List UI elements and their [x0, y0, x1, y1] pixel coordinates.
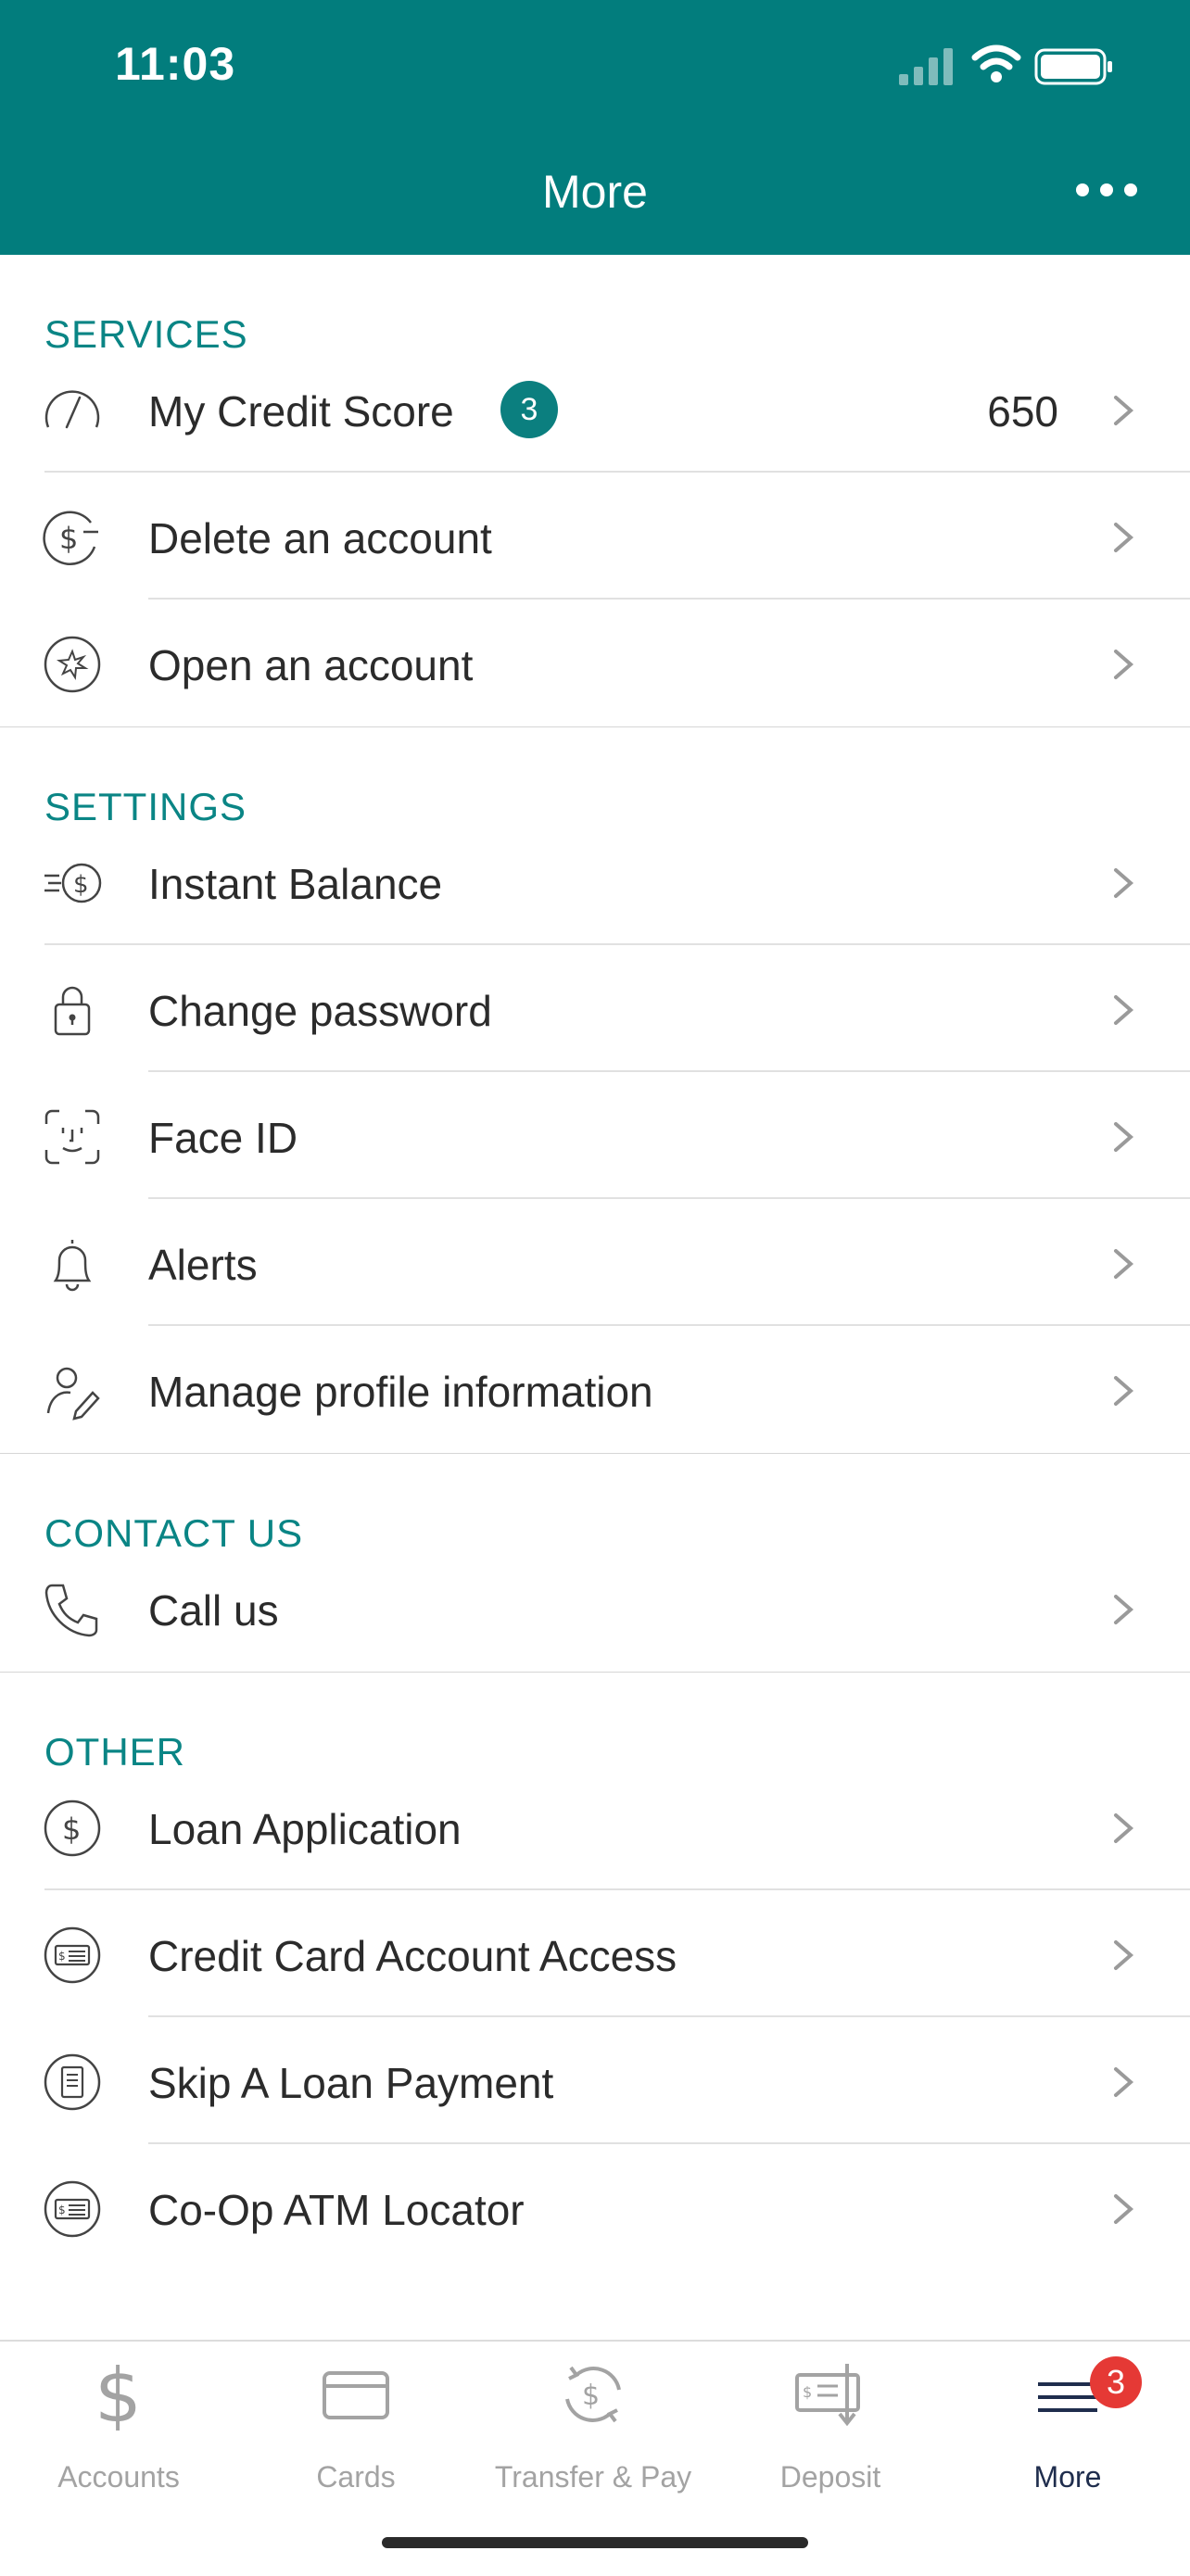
- chevron-right-icon: [1114, 2067, 1134, 2097]
- tab-accounts[interactable]: $ Accounts: [0, 2342, 237, 2508]
- row-label: Co-Op ATM Locator: [148, 2186, 525, 2234]
- row-delete-account[interactable]: $ Delete an account: [0, 473, 1190, 600]
- row-label: My Credit Score: [148, 387, 454, 436]
- face-id-icon: [44, 1109, 100, 1165]
- chevron-right-icon: [1114, 1249, 1134, 1279]
- chevron-right-icon: [1114, 650, 1134, 679]
- svg-text:$: $: [582, 2380, 600, 2412]
- app-header: 11:03 More: [0, 0, 1190, 255]
- section-header-settings: SETTINGS: [0, 727, 1190, 828]
- row-credit-card-access[interactable]: $ Credit Card Account Access: [0, 1890, 1190, 2017]
- tab-label: Deposit: [779, 2460, 881, 2494]
- chevron-right-icon: [1114, 1122, 1134, 1152]
- battery-icon: [1034, 48, 1112, 85]
- svg-text:$: $: [95, 2356, 142, 2431]
- row-label: Alerts: [148, 1241, 258, 1289]
- tab-label: Transfer & Pay: [494, 2460, 692, 2494]
- section-header-contact-us: CONTACT US: [0, 1454, 1190, 1555]
- dollar-icon: $: [95, 2356, 142, 2431]
- dollar-circle-icon: $: [44, 1799, 101, 1857]
- row-loan-application[interactable]: $ Loan Application: [0, 1763, 1190, 1890]
- page-title: More: [542, 166, 648, 218]
- dollar-minus-icon: $: [43, 511, 98, 566]
- credit-score-value: 650: [987, 387, 1058, 436]
- chevron-right-icon: [1114, 1940, 1134, 1970]
- tab-deposit[interactable]: $ Deposit: [712, 2342, 949, 2508]
- row-face-id[interactable]: Face ID: [0, 1072, 1190, 1199]
- tab-label: More: [1033, 2460, 1102, 2494]
- phone-icon: [44, 1584, 98, 1637]
- svg-text:$: $: [62, 1812, 81, 1847]
- speedometer-icon: [44, 390, 100, 429]
- card-icon: [323, 2371, 389, 2419]
- credit-score-badge: 3: [500, 381, 558, 438]
- row-co-op-atm-locator[interactable]: $ Co-Op ATM Locator: [0, 2144, 1190, 2271]
- chevron-right-icon: [1114, 1595, 1134, 1624]
- check-card-icon: $: [44, 2180, 101, 2238]
- chevron-right-icon: [1114, 523, 1134, 552]
- chevron-right-icon: [1114, 995, 1134, 1025]
- row-manage-profile[interactable]: Manage profile information: [0, 1326, 1190, 1453]
- row-label: Loan Application: [148, 1805, 462, 1853]
- deposit-check-icon: $: [795, 2364, 860, 2427]
- starburst-icon: [44, 636, 101, 693]
- fast-dollar-icon: $: [44, 863, 102, 903]
- svg-text:$: $: [59, 521, 78, 556]
- chevron-right-icon: [1114, 396, 1134, 425]
- tab-more[interactable]: 3 More: [949, 2342, 1186, 2508]
- status-time: 11:03: [115, 38, 236, 90]
- row-label: Open an account: [148, 641, 474, 689]
- row-alerts[interactable]: Alerts: [0, 1199, 1190, 1326]
- row-label: Skip A Loan Payment: [148, 2059, 554, 2107]
- svg-text:$: $: [58, 2203, 66, 2216]
- row-label: Face ID: [148, 1114, 298, 1162]
- row-label: Call us: [148, 1586, 279, 1635]
- wifi-icon: [971, 44, 1021, 82]
- check-card-icon: $: [44, 1926, 101, 1984]
- svg-text:$: $: [803, 2383, 812, 2401]
- chevron-right-icon: [1114, 868, 1134, 898]
- chevron-right-icon: [1114, 1813, 1134, 1843]
- section-header-other: OTHER: [0, 1673, 1190, 1774]
- settings-list[interactable]: SERVICES My Credit Score 3 650 $ Delete …: [0, 255, 1190, 2340]
- row-label: Instant Balance: [148, 860, 443, 908]
- tab-label: Cards: [316, 2460, 396, 2494]
- row-my-credit-score[interactable]: My Credit Score 3 650: [0, 346, 1190, 473]
- document-icon: [44, 2053, 101, 2111]
- svg-text:$: $: [73, 871, 89, 899]
- row-instant-balance[interactable]: $ Instant Balance: [0, 818, 1190, 945]
- profile-edit-icon: [46, 1367, 100, 1421]
- row-label: Delete an account: [148, 514, 492, 562]
- section-header-services: SERVICES: [0, 255, 1190, 356]
- lock-icon: [54, 986, 91, 1036]
- tab-transfer-pay[interactable]: $ Transfer & Pay: [475, 2342, 712, 2508]
- home-indicator: [382, 2537, 808, 2548]
- row-label: Credit Card Account Access: [148, 1932, 677, 1980]
- svg-text:$: $: [58, 1950, 66, 1963]
- more-badge: 3: [1090, 2356, 1142, 2408]
- bell-icon: [53, 1240, 92, 1292]
- row-skip-loan-payment[interactable]: Skip A Loan Payment: [0, 2017, 1190, 2144]
- row-call-us[interactable]: Call us: [0, 1545, 1190, 1672]
- cellular-signal-icon: [899, 48, 953, 85]
- chevron-right-icon: [1114, 2194, 1134, 2224]
- row-change-password[interactable]: Change password: [0, 945, 1190, 1072]
- row-label: Change password: [148, 987, 492, 1035]
- chevron-right-icon: [1114, 1376, 1134, 1406]
- more-options-icon[interactable]: [1075, 176, 1138, 204]
- row-label: Manage profile information: [148, 1368, 653, 1416]
- tab-cards[interactable]: Cards: [237, 2342, 475, 2508]
- tab-label: Accounts: [57, 2460, 180, 2494]
- transfer-icon: $: [565, 2366, 621, 2423]
- row-open-account[interactable]: Open an account: [0, 600, 1190, 726]
